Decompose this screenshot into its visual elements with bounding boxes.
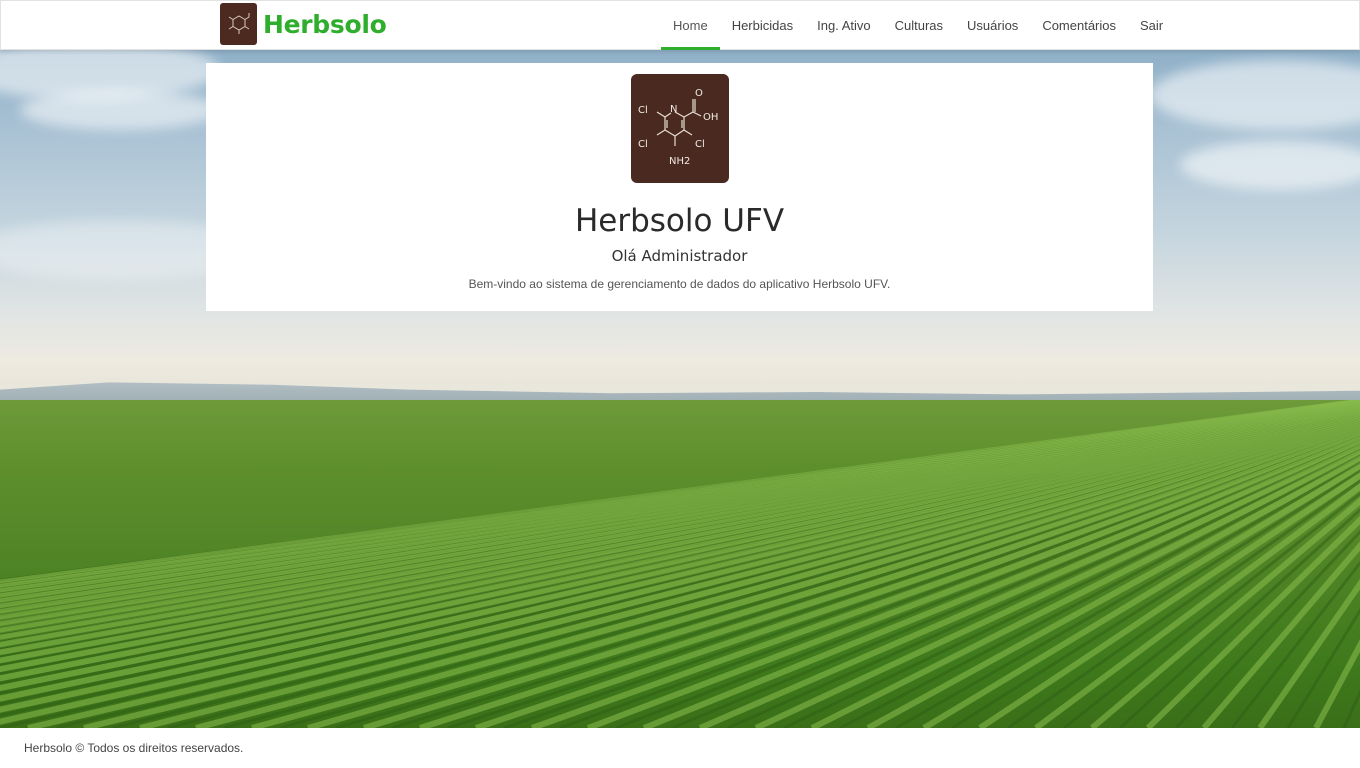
nav-herbicidas[interactable]: Herbicidas [720,1,805,49]
nav-home[interactable]: Home [661,1,720,50]
nav-comentarios[interactable]: Comentários [1030,1,1128,49]
nav-culturas[interactable]: Culturas [883,1,955,49]
greeting-text: Olá Administrador [611,247,748,265]
nav-usuarios[interactable]: Usuários [955,1,1030,49]
main-nav: Home Herbicidas Ing. Ativo Culturas Usuá… [661,1,1175,50]
molecule-cl-label: Cl [638,139,648,150]
brand-link[interactable]: Herbsolo [220,3,387,45]
molecule-cl-label: Cl [695,139,705,150]
page-title: Herbsolo UFV [574,203,785,239]
molecule-logo-icon: O OH N Cl Cl Cl NH2 [631,74,729,183]
molecule-o-label: O [695,88,703,99]
molecule-n-label: N [670,104,677,115]
nav-ing-ativo[interactable]: Ing. Ativo [805,1,882,49]
nav-sair[interactable]: Sair [1128,1,1175,49]
footer: Herbsolo © Todos os direitos reservados. [0,728,1360,768]
top-navbar: Herbsolo Home Herbicidas Ing. Ativo Cult… [0,0,1360,50]
copyright-text: Herbsolo © Todos os direitos reservados. [24,741,244,755]
molecule-oh-label: OH [703,112,718,123]
welcome-card: O OH N Cl Cl Cl NH2 Herbsolo UFV Olá Adm… [206,63,1153,311]
brand-logo-icon [220,3,257,45]
molecule-nh2-label: NH2 [669,156,690,167]
welcome-description: Bem-vindo ao sistema de gerenciamento de… [468,277,891,291]
molecule-cl-label: Cl [638,105,648,116]
brand-name[interactable]: Herbsolo [263,10,387,39]
